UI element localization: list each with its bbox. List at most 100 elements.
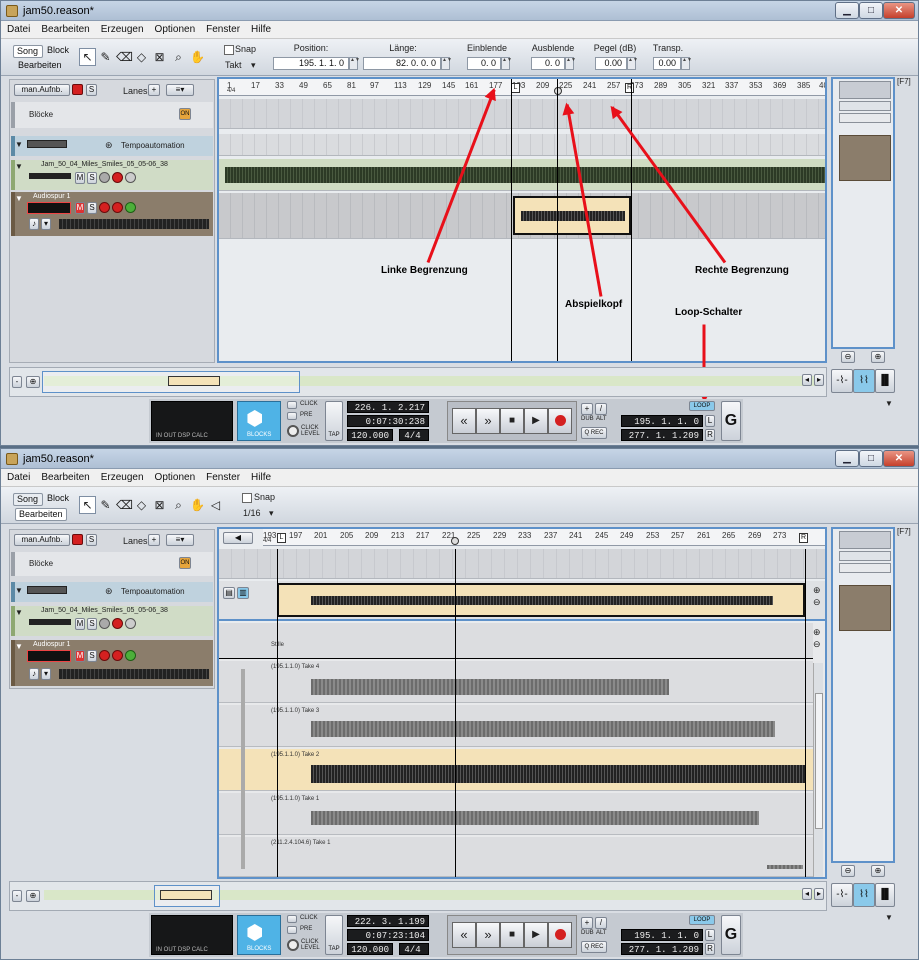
minimize-button[interactable]: ▁ bbox=[835, 450, 859, 467]
audio-track-jam[interactable]: ▼ Jam_50_04_Miles_Smiles_05_05-06_38 M S bbox=[11, 160, 213, 190]
level-field[interactable]: 0.00 bbox=[595, 57, 627, 70]
take-1-lane[interactable]: (195.1.1.0) Take 1 bbox=[219, 793, 813, 835]
waveform-view-3-icon[interactable]: ▐▌ bbox=[875, 883, 895, 907]
automation-icon[interactable] bbox=[99, 650, 110, 661]
add-lane-button[interactable]: + bbox=[148, 534, 160, 546]
input-selector[interactable] bbox=[27, 650, 71, 662]
chevron-down-icon[interactable]: ▾ bbox=[251, 60, 256, 71]
speaker-tool-icon[interactable]: ◁ bbox=[207, 496, 224, 514]
tap-button[interactable]: TAP bbox=[325, 401, 343, 441]
right-locator-display[interactable]: 277. 1. 1.209 bbox=[621, 943, 703, 955]
tempo-display[interactable]: 120.000 bbox=[347, 943, 393, 955]
left-locator-button[interactable]: L bbox=[705, 415, 715, 427]
click-toggle[interactable] bbox=[287, 915, 297, 923]
fade-out-spinner[interactable]: ▲▼ bbox=[565, 57, 576, 70]
dub-button[interactable]: + bbox=[581, 403, 593, 415]
rack-device-1[interactable] bbox=[839, 531, 891, 549]
menu-erzeugen[interactable]: Erzeugen bbox=[95, 21, 149, 35]
mute-tool-icon[interactable]: ⊠ bbox=[151, 48, 168, 66]
automation-icon[interactable] bbox=[99, 172, 110, 183]
eraser-tool-icon[interactable]: ⌫ bbox=[115, 496, 133, 514]
mute-button[interactable]: M bbox=[75, 172, 85, 184]
lane-view-select[interactable]: ≡▾ bbox=[166, 84, 194, 96]
zoom-in-icon[interactable]: ⊕ bbox=[813, 627, 821, 638]
close-button[interactable]: ✕ bbox=[883, 2, 915, 19]
length-field[interactable]: 82. 0. 0. 0 bbox=[363, 57, 441, 70]
scroll-left-icon[interactable]: ◂ bbox=[802, 888, 812, 900]
solo-button[interactable]: S bbox=[87, 202, 97, 214]
signature-display[interactable]: 4/4 bbox=[399, 429, 429, 441]
q-rec-button[interactable]: Q REC bbox=[581, 427, 607, 439]
collapse-icon[interactable]: ▼ bbox=[15, 642, 23, 651]
snap-value-select[interactable]: Takt bbox=[225, 60, 242, 70]
zoom-out-icon[interactable]: - bbox=[12, 890, 22, 902]
record-arm-icon[interactable] bbox=[112, 202, 123, 213]
rack-navigator[interactable] bbox=[831, 77, 895, 349]
rewind-icon[interactable]: « bbox=[452, 408, 476, 434]
song-overview[interactable]: - ⊕ ◂ ▸ bbox=[9, 881, 827, 911]
menu-datei[interactable]: Datei bbox=[1, 469, 35, 483]
take-2-lane[interactable]: (195.1.1.0) Take 2 bbox=[219, 749, 813, 791]
automation-icon[interactable] bbox=[99, 618, 110, 629]
zoom-out-icon[interactable]: - bbox=[12, 376, 22, 388]
zoom-out-icon[interactable]: ⊖ bbox=[813, 639, 821, 650]
chevron-down-icon[interactable]: ▼ bbox=[885, 913, 893, 922]
menu-hilfe[interactable]: Hilfe bbox=[245, 469, 276, 483]
scroll-right-icon[interactable]: ▸ bbox=[814, 374, 824, 386]
transpose-spinner[interactable]: ▲▼ bbox=[681, 57, 692, 70]
solo-button[interactable]: S bbox=[87, 172, 97, 184]
tuner-icon[interactable]: ♪ bbox=[29, 218, 39, 230]
mute-button[interactable]: M bbox=[75, 618, 85, 630]
monitor-icon[interactable] bbox=[125, 202, 136, 213]
left-locator-display[interactable]: 195. 1. 1. 0 bbox=[621, 929, 703, 941]
tempo-lane[interactable] bbox=[219, 134, 825, 156]
lane-view-2-icon[interactable]: ▥ bbox=[237, 587, 249, 599]
mute-button[interactable]: M bbox=[75, 650, 85, 662]
rack-navigator[interactable] bbox=[831, 527, 895, 863]
right-locator-marker[interactable]: R bbox=[799, 533, 808, 543]
monitor-icon[interactable] bbox=[125, 650, 136, 661]
monitor-icon[interactable] bbox=[125, 618, 136, 629]
chevron-down-icon[interactable]: ▼ bbox=[885, 399, 893, 408]
lane-view-select[interactable]: ≡▾ bbox=[166, 534, 194, 546]
record-enable-icon[interactable] bbox=[72, 534, 83, 545]
comp-clip[interactable] bbox=[277, 583, 805, 617]
arrow-tool-icon[interactable]: ↖ bbox=[79, 496, 96, 514]
record-arm-icon[interactable] bbox=[112, 172, 123, 183]
q-rec-button[interactable]: Q REC bbox=[581, 941, 607, 953]
solo-button[interactable]: S bbox=[87, 650, 97, 662]
rack-device-1[interactable] bbox=[839, 81, 891, 99]
pre-toggle[interactable] bbox=[287, 926, 297, 934]
zoom-in-icon[interactable]: ⊕ bbox=[871, 865, 885, 877]
record-icon[interactable] bbox=[548, 922, 572, 948]
song-overview[interactable]: - ⊕ ◂ ▸ bbox=[9, 367, 827, 397]
blocks-track[interactable]: Blöcke ON bbox=[11, 552, 213, 576]
tempo-display[interactable]: 120.000 bbox=[347, 429, 393, 441]
left-locator-button[interactable]: L bbox=[705, 929, 715, 941]
razor-tool-icon[interactable]: ◇ bbox=[133, 48, 150, 66]
chevron-down-icon[interactable]: ▾ bbox=[41, 668, 51, 680]
automation-icon[interactable] bbox=[99, 202, 110, 213]
alt-button[interactable]: / bbox=[595, 917, 607, 929]
edit-mode-button[interactable]: Bearbeiten bbox=[15, 60, 67, 73]
rewind-icon[interactable]: « bbox=[452, 922, 476, 948]
silence-lane[interactable]: Stille bbox=[219, 623, 813, 659]
zoom-in-icon[interactable]: ⊕ bbox=[871, 351, 885, 363]
menu-fenster[interactable]: Fenster bbox=[200, 21, 245, 35]
audio-track-1[interactable]: ▼ Audiospur 1 M S ♪ ▾ bbox=[11, 192, 213, 236]
rack-device-4[interactable] bbox=[839, 585, 891, 631]
take-4-lane[interactable]: (195.1.1.0) Take 4 bbox=[219, 661, 813, 703]
blocks-button[interactable]: ⬢ BLOCKS bbox=[237, 915, 281, 955]
scroll-right-icon[interactable]: ▸ bbox=[814, 888, 824, 900]
song-position-display[interactable]: 222. 3. 1.199 bbox=[347, 915, 429, 927]
loop-button[interactable]: LOOP bbox=[689, 401, 715, 411]
waveform-view-3-icon[interactable]: ▐▌ bbox=[875, 369, 895, 393]
menu-hilfe[interactable]: Hilfe bbox=[245, 21, 276, 35]
sequencer-area[interactable]: ◀ 4/4 193 197 201 205 209 213 217 221 22… bbox=[217, 527, 827, 879]
menu-bearbeiten[interactable]: Bearbeiten bbox=[35, 469, 94, 483]
time-display[interactable]: 0:07:30:238 bbox=[347, 415, 429, 427]
left-locator-marker[interactable]: L bbox=[277, 533, 286, 543]
rack-device-3[interactable] bbox=[839, 113, 891, 123]
left-locator-display[interactable]: 195. 1. 1. 0 bbox=[621, 415, 703, 427]
collapse-icon[interactable]: ▼ bbox=[15, 608, 23, 617]
